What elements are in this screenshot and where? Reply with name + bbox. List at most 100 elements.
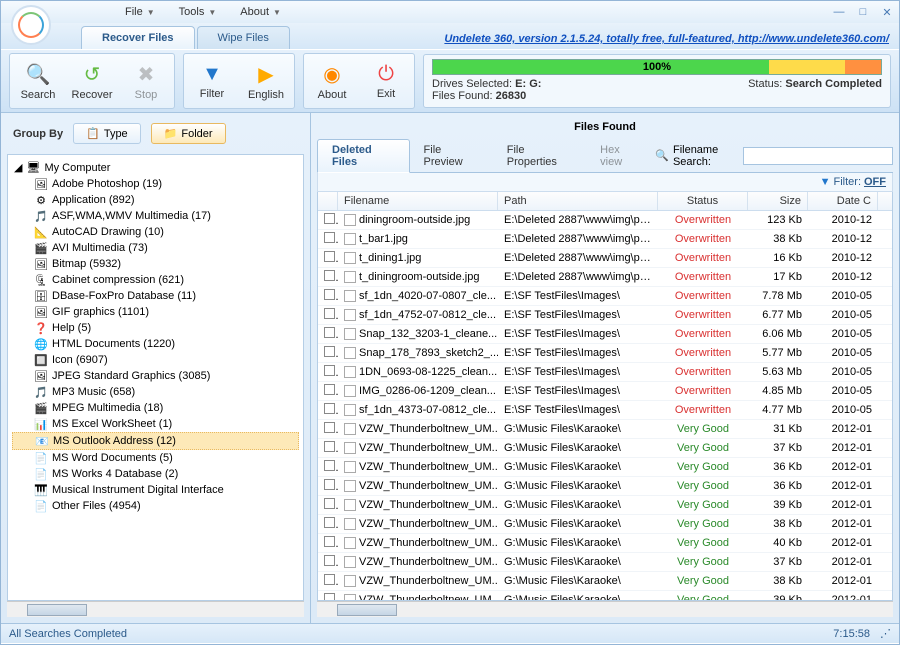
tree-item[interactable]: 📐AutoCAD Drawing (10): [12, 224, 299, 240]
tree-item[interactable]: 🎵MP3 Music (658): [12, 384, 299, 400]
close-button[interactable]: ✕: [879, 5, 895, 19]
col-size[interactable]: Size: [748, 192, 808, 210]
table-row[interactable]: VZW_Thunderboltnew_UM...G:\Music Files\K…: [318, 439, 892, 458]
row-checkbox[interactable]: [324, 574, 335, 585]
table-row[interactable]: VZW_Thunderboltnew_UM...G:\Music Files\K…: [318, 477, 892, 496]
row-checkbox[interactable]: [324, 422, 335, 433]
menu-file[interactable]: File▼: [125, 6, 155, 18]
col-path[interactable]: Path: [498, 192, 658, 210]
tree-item[interactable]: 🖼Adobe Photoshop (19): [12, 176, 299, 192]
tab-deleted-files[interactable]: Deleted Files: [317, 139, 410, 173]
col-date[interactable]: Date C: [808, 192, 878, 210]
table-row[interactable]: VZW_Thunderboltnew_UM...G:\Music Files\K…: [318, 534, 892, 553]
table-row[interactable]: Snap_178_7893_sketch2_...E:\SF TestFiles…: [318, 344, 892, 363]
tree-root[interactable]: ◢🖥My Computer: [12, 159, 299, 176]
row-checkbox[interactable]: [324, 327, 335, 338]
tree-item[interactable]: 🎬MPEG Multimedia (18): [12, 400, 299, 416]
row-checkbox[interactable]: [324, 346, 335, 357]
row-checkbox[interactable]: [324, 536, 335, 547]
row-checkbox[interactable]: [324, 441, 335, 452]
table-row[interactable]: sf_1dn_4020-07-0807_cle...E:\SF TestFile…: [318, 287, 892, 306]
row-checkbox[interactable]: [324, 365, 335, 376]
tree-item[interactable]: 📄Other Files (4954): [12, 498, 299, 514]
row-checkbox[interactable]: [324, 460, 335, 471]
filter-button[interactable]: ▼Filter: [186, 56, 238, 106]
table-row[interactable]: VZW_Thunderboltnew_UM...G:\Music Files\K…: [318, 553, 892, 572]
table-row[interactable]: VZW_Thunderboltnew_UM...G:\Music Files\K…: [318, 496, 892, 515]
tree-item[interactable]: 📄MS Word Documents (5): [12, 450, 299, 466]
exit-button[interactable]: ⏻Exit: [360, 56, 412, 106]
tab-file-properties[interactable]: File Properties: [493, 140, 586, 172]
row-checkbox[interactable]: [324, 517, 335, 528]
grid-hscroll[interactable]: [317, 601, 893, 617]
table-row[interactable]: Snap_132_3203-1_cleane...E:\SF TestFiles…: [318, 325, 892, 344]
maximize-button[interactable]: □: [855, 5, 871, 19]
tree-item[interactable]: 🖼Bitmap (5932): [12, 256, 299, 272]
row-checkbox[interactable]: [324, 213, 335, 224]
tree-item[interactable]: 🎹Musical Instrument Digital Interface: [12, 482, 299, 498]
tree-hscroll[interactable]: [7, 601, 304, 617]
table-row[interactable]: VZW_Thunderboltnew_UM...G:\Music Files\K…: [318, 458, 892, 477]
resize-grip-icon[interactable]: ⋰: [880, 627, 891, 640]
table-row[interactable]: sf_1dn_4752-07-0812_cle...E:\SF TestFile…: [318, 306, 892, 325]
row-checkbox[interactable]: [324, 479, 335, 490]
row-checkbox[interactable]: [324, 403, 335, 414]
language-button[interactable]: ▶English: [240, 56, 292, 106]
tree-item[interactable]: 🎵ASF,WMA,WMV Multimedia (17): [12, 208, 299, 224]
about-button[interactable]: ◉About: [306, 56, 358, 106]
filter-toggle[interactable]: ▼Filter: OFF: [820, 176, 886, 188]
table-row[interactable]: 1DN_0693-08-1225_clean...E:\SF TestFiles…: [318, 363, 892, 382]
tree-item[interactable]: ❓Help (5): [12, 320, 299, 336]
row-checkbox[interactable]: [324, 593, 335, 601]
table-row[interactable]: t_dining1.jpgE:\Deleted 2887\www\img\pho…: [318, 249, 892, 268]
table-row[interactable]: t_diningroom-outside.jpgE:\Deleted 2887\…: [318, 268, 892, 287]
tree-item[interactable]: 🗄DBase-FoxPro Database (11): [12, 288, 299, 304]
stop-button[interactable]: ✖Stop: [120, 56, 172, 106]
table-row[interactable]: sf_1dn_4373-07-0812_cle...E:\SF TestFile…: [318, 401, 892, 420]
tab-recover-files[interactable]: Recover Files: [81, 26, 195, 49]
table-row[interactable]: VZW_Thunderboltnew_UM...G:\Music Files\K…: [318, 420, 892, 439]
row-checkbox[interactable]: [324, 289, 335, 300]
tree-item[interactable]: 📧MS Outlook Address (12): [12, 432, 299, 450]
tab-file-preview[interactable]: File Preview: [410, 140, 493, 172]
recover-button[interactable]: ↺Recover: [66, 56, 118, 106]
table-row[interactable]: t_bar1.jpgE:\Deleted 2887\www\img\photos…: [318, 230, 892, 249]
cell-filename: t_bar1.jpg: [359, 233, 408, 245]
table-row[interactable]: diningroom-outside.jpgE:\Deleted 2887\ww…: [318, 211, 892, 230]
menu-tools[interactable]: Tools▼: [179, 6, 217, 18]
collapse-icon[interactable]: ◢: [14, 161, 22, 174]
col-status[interactable]: Status: [658, 192, 748, 210]
groupby-type-button[interactable]: 📋Type: [73, 123, 141, 144]
row-checkbox[interactable]: [324, 232, 335, 243]
tree-item[interactable]: 📊MS Excel WorkSheet (1): [12, 416, 299, 432]
table-row[interactable]: VZW_Thunderboltnew_UM...G:\Music Files\K…: [318, 591, 892, 601]
row-checkbox[interactable]: [324, 270, 335, 281]
category-tree[interactable]: ◢🖥My Computer 🖼Adobe Photoshop (19)⚙Appl…: [7, 154, 304, 601]
row-checkbox[interactable]: [324, 308, 335, 319]
filename-search-input[interactable]: [743, 147, 893, 165]
files-grid[interactable]: Filename Path Status Size Date C diningr…: [317, 192, 893, 601]
row-checkbox[interactable]: [324, 498, 335, 509]
tree-item[interactable]: 🌐HTML Documents (1220): [12, 336, 299, 352]
row-checkbox[interactable]: [324, 251, 335, 262]
promo-link[interactable]: Undelete 360, version 2.1.5.24, totally …: [444, 33, 889, 49]
groupby-folder-button[interactable]: 📁Folder: [151, 123, 226, 144]
tree-item[interactable]: 📄MS Works 4 Database (2): [12, 466, 299, 482]
table-row[interactable]: VZW_Thunderboltnew_UM...G:\Music Files\K…: [318, 515, 892, 534]
tree-item[interactable]: 🖼JPEG Standard Graphics (3085): [12, 368, 299, 384]
tree-item[interactable]: 🎬AVI Multimedia (73): [12, 240, 299, 256]
tab-wipe-files[interactable]: Wipe Files: [197, 26, 290, 49]
minimize-button[interactable]: —: [831, 5, 847, 19]
tree-item[interactable]: 🖼GIF graphics (1101): [12, 304, 299, 320]
table-row[interactable]: IMG_0286-06-1209_clean...E:\SF TestFiles…: [318, 382, 892, 401]
tree-item[interactable]: 🗜Cabinet compression (621): [12, 272, 299, 288]
menu-about[interactable]: About▼: [240, 6, 281, 18]
search-button[interactable]: 🔍Search: [12, 56, 64, 106]
row-checkbox[interactable]: [324, 384, 335, 395]
tree-item[interactable]: 🔲Icon (6907): [12, 352, 299, 368]
tree-item[interactable]: ⚙Application (892): [12, 192, 299, 208]
col-filename[interactable]: Filename: [338, 192, 498, 210]
tab-hex-view[interactable]: Hex view: [586, 140, 655, 172]
table-row[interactable]: VZW_Thunderboltnew_UM...G:\Music Files\K…: [318, 572, 892, 591]
row-checkbox[interactable]: [324, 555, 335, 566]
